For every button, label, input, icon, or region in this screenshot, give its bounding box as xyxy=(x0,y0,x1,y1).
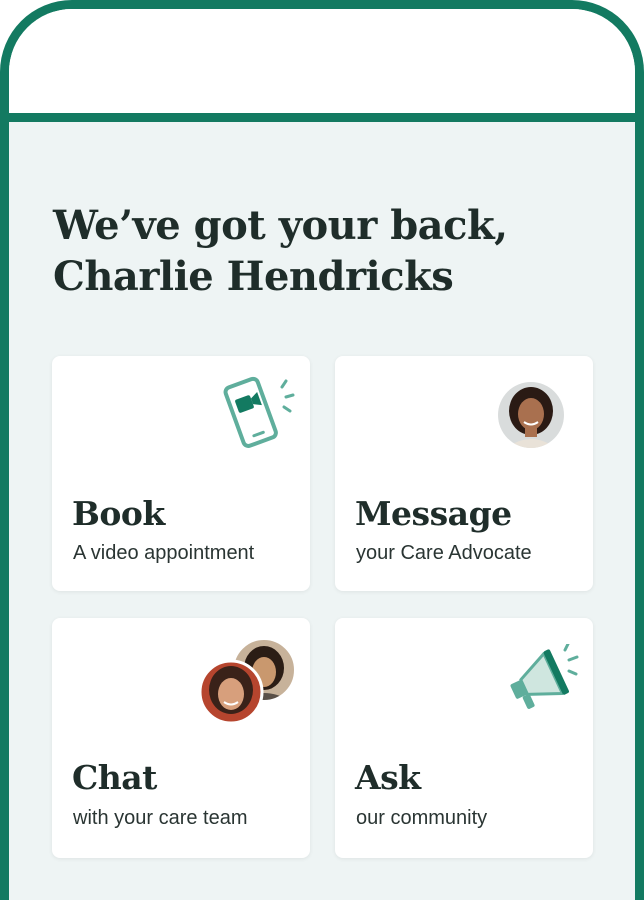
greeting-line-1: We’ve got your back, xyxy=(53,202,508,249)
card-title: Chat xyxy=(72,758,157,797)
message-card[interactable]: Message your Care Advocate xyxy=(335,356,593,591)
chat-card[interactable]: Chat with your care team xyxy=(52,618,310,858)
page-title: We’ve got your back, Charlie Hendricks xyxy=(53,200,508,302)
phone-frame: We’ve got your back, Charlie Hendricks B… xyxy=(0,0,644,900)
card-subtitle: your Care Advocate xyxy=(356,542,532,564)
card-subtitle: A video appointment xyxy=(73,542,255,564)
header-divider xyxy=(9,113,635,122)
greeting-name: Charlie Hendricks xyxy=(53,253,454,300)
card-title: Book xyxy=(72,494,165,533)
card-subtitle: our community xyxy=(356,807,488,829)
care-team-avatars xyxy=(198,638,296,725)
ask-card[interactable]: Ask our community xyxy=(335,618,593,858)
megaphone-icon xyxy=(510,644,579,709)
care-advocate-avatar xyxy=(498,382,564,448)
card-title: Ask xyxy=(355,758,421,797)
card-subtitle: with your care team xyxy=(73,807,248,829)
home-content: We’ve got your back, Charlie Hendricks B… xyxy=(9,122,635,900)
book-card[interactable]: Book A video appointment xyxy=(52,356,310,591)
top-bar xyxy=(9,9,635,113)
video-phone-icon xyxy=(223,376,295,448)
card-title: Message xyxy=(355,494,512,533)
